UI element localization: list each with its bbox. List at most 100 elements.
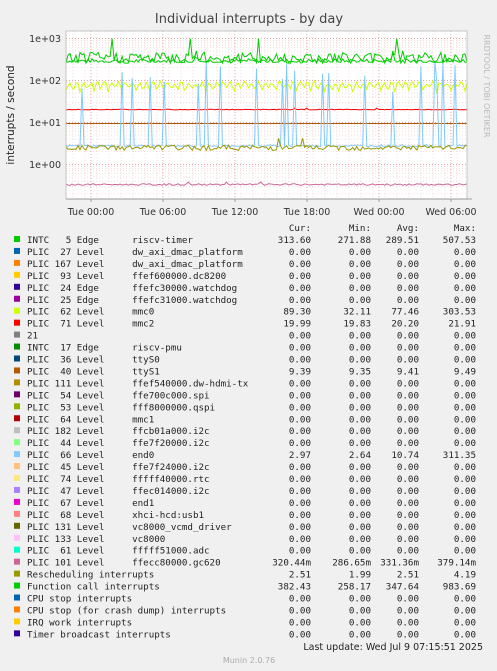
- legend-max-value: 0.00: [454, 522, 476, 533]
- legend-max-value: 0.00: [454, 546, 476, 557]
- legend-max-value: 0.00: [454, 343, 476, 354]
- legend-cur-value: 0.00: [289, 283, 311, 294]
- legend-min-value: 0.00: [349, 617, 371, 628]
- legend-series-name: PLIC 131 Level vc8000_vcmd_driver: [27, 522, 232, 533]
- y-tick-label: 1e+02: [29, 76, 61, 87]
- legend-series-name: PLIC 54 Level ffe700c000.spi: [27, 390, 210, 401]
- legend-series-name: PLIC 45 Level ffe7f24000.i2c: [27, 462, 210, 473]
- legend-swatch: [14, 475, 20, 481]
- legend-cur-value: 0.00: [289, 355, 311, 366]
- legend-avg-value: 0.00: [397, 390, 419, 401]
- legend-swatch: [14, 451, 20, 458]
- legend-min-value: 0.00: [349, 438, 371, 449]
- legend-min-value: 0.00: [349, 331, 371, 342]
- legend-cur-value: 2.51: [289, 570, 311, 581]
- legend-avg-value: 0.00: [397, 510, 419, 521]
- legend-series-name: PLIC 25 Edge ffefc31000.watchdog: [27, 295, 237, 306]
- legend-swatch: [14, 546, 20, 553]
- legend-series-name: PLIC 66 Level end0: [27, 450, 154, 461]
- legend-cur-value: 0.00: [289, 402, 311, 413]
- legend-avg-value: 331.36m: [380, 558, 419, 569]
- legend-series-name: PLIC 47 Level ffec014000.i2c: [27, 486, 210, 497]
- legend-min-value: 0.00: [349, 534, 371, 545]
- legend-series-name: INTC 5 Edge riscv-timer: [27, 235, 193, 246]
- legend-max-value: 0.00: [454, 486, 476, 497]
- legend-swatch: [14, 403, 20, 410]
- legend-max-value: 0.00: [454, 259, 476, 270]
- legend-min-value: 0.00: [349, 295, 371, 306]
- legend-max-value: 311.35: [443, 450, 476, 461]
- legend-swatch: [14, 331, 20, 338]
- legend-cur-value: 0.00: [289, 498, 311, 509]
- legend-avg-value: 0.00: [397, 295, 419, 306]
- legend-min-value: 0.00: [349, 474, 371, 485]
- legend-series-name: PLIC 62 Level mmc0: [27, 307, 154, 318]
- legend-cur-value: 320.44m: [272, 558, 311, 569]
- legend-max-value: 507.53: [443, 235, 476, 246]
- legend-swatch: [14, 498, 20, 505]
- y-tick-label: 1e+01: [29, 118, 61, 129]
- legend-min-value: 258.17: [338, 582, 371, 593]
- legend-max-value: 0.00: [454, 594, 476, 605]
- legend-max-value: 0.00: [454, 378, 476, 389]
- legend-min-value: 286.65m: [332, 558, 371, 569]
- legend-min-value: 0.00: [349, 605, 371, 616]
- legend-cur-value: 0.00: [289, 594, 311, 605]
- legend-max-value: 9.49: [454, 366, 476, 377]
- legend-avg-value: 0.00: [397, 474, 419, 485]
- side-credit-label: RRDTOOL / TOBI OETIKER: [482, 34, 491, 137]
- last-update: Last update: Wed Jul 9 07:15:51 2025: [303, 642, 483, 653]
- legend-min-value: 0.00: [349, 271, 371, 282]
- legend-cur-value: 0.00: [289, 617, 311, 628]
- legend-swatch: [14, 343, 20, 350]
- legend-min-value: 0.00: [349, 390, 371, 401]
- legend-series-name: INTC 17 Edge riscv-pmu: [27, 343, 182, 354]
- legend-avg-value: 2.51: [397, 570, 419, 581]
- legend-min-value: 0.00: [349, 414, 371, 425]
- legend-cur-value: 0.00: [289, 378, 311, 389]
- legend-series-name: Rescheduling interrupts: [27, 570, 154, 581]
- legend-series-name: PLIC 93 Level ffef600000.dc8200: [27, 271, 226, 282]
- legend-min-value: 0.00: [349, 629, 371, 640]
- legend-cur-value: 0.00: [289, 629, 311, 640]
- legend-max-value: 983.69: [443, 582, 476, 593]
- legend-avg-value: 0.00: [397, 402, 419, 413]
- legend-avg-value: 0.00: [397, 247, 419, 258]
- legend-avg-value: 0.00: [397, 594, 419, 605]
- legend-swatch: [14, 271, 20, 278]
- legend-swatch: [14, 415, 20, 422]
- legend-cur-value: 0.00: [289, 414, 311, 425]
- legend-avg-value: 0.00: [397, 534, 419, 545]
- legend-swatch: [14, 247, 20, 254]
- legend-swatch: [14, 319, 20, 326]
- legend-swatch: [14, 259, 20, 266]
- legend-max-value: 0.00: [454, 247, 476, 258]
- legend-cur-value: 0.00: [289, 486, 311, 497]
- legend-series-name: PLIC 61 Level fffff51000.adc: [27, 546, 210, 557]
- legend-header-min: Min:: [349, 223, 371, 234]
- legend-min-value: 2.64: [349, 450, 372, 461]
- legend-avg-value: 0.00: [397, 605, 419, 616]
- legend-min-value: 0.00: [349, 355, 371, 366]
- legend-swatch: [14, 558, 20, 565]
- legend-min-value: 0.00: [349, 546, 371, 557]
- legend-header-max: Max:: [454, 223, 476, 234]
- legend-min-value: 0.00: [349, 486, 371, 497]
- legend-cur-value: 382.43: [278, 582, 311, 593]
- legend-cur-value: 9.39: [289, 366, 311, 377]
- x-tick-label: Wed 06:00: [425, 207, 476, 218]
- legend-avg-value: 347.64: [386, 582, 420, 593]
- legend-series-name: 21: [27, 331, 38, 342]
- chart-svg: Individual interrupts - by day interrupt…: [5, 12, 491, 665]
- legend-min-value: 0.00: [349, 498, 371, 509]
- legend-header-cur: Cur:: [289, 223, 311, 234]
- legend-max-value: 0.00: [454, 283, 476, 294]
- legend-avg-value: 0.00: [397, 378, 419, 389]
- legend-cur-value: 0.00: [289, 343, 311, 354]
- legend-cur-value: 0.00: [289, 259, 311, 270]
- plot-area: 1e+03 1e+02 1e+01 1e+00 Tue 00:00 Tue 06:00 Tu…: [29, 30, 477, 218]
- legend-series-name: PLIC 133 Level vc8000: [27, 534, 165, 545]
- legend-swatch: [14, 283, 20, 290]
- legend-avg-value: 0.00: [397, 486, 419, 497]
- legend-max-value: 0.00: [454, 462, 476, 473]
